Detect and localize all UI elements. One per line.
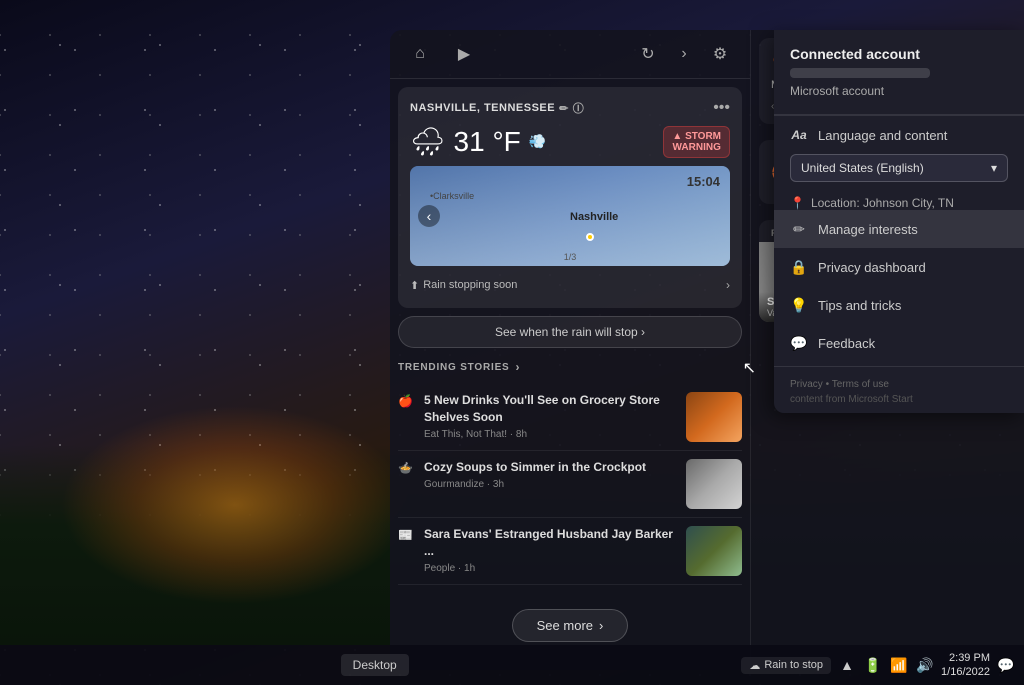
taskbar-datetime[interactable]: 2:39 PM 1/16/2022 [941, 651, 990, 680]
tray-chevron-up[interactable]: ▲ [837, 655, 857, 675]
notification-weather-icon: ☁ [749, 659, 760, 672]
map-city-clarksville: •Clarksville [430, 191, 474, 201]
home-icon[interactable]: ⌂ [406, 40, 434, 68]
weather-more-button[interactable]: ••• [713, 99, 730, 117]
rain-stop-cta[interactable]: See when the rain will stop › [398, 316, 742, 348]
taskbar: Desktop ☁ Rain to stop ▲ 🔋 📶 🔊 2:39 PM 1… [0, 645, 1024, 685]
taskbar-center: Desktop [341, 654, 409, 676]
story-item-1[interactable]: 🍎 5 New Drinks You'll See on Grocery Sto… [398, 384, 742, 451]
settings-footer-text: content from Microsoft Start [790, 394, 1008, 405]
settings-footer: Privacy • Terms of use content from Micr… [774, 366, 1024, 413]
story-2-title: Cozy Soups to Simmer in the Crockpot [424, 459, 676, 476]
rain-stopping-label: ⬆ Rain stopping soon [410, 279, 517, 292]
settings-icon[interactable]: ⚙ [706, 40, 734, 68]
weather-header: NASHVILLE, TENNESSEE ✏ ⓘ ••• [410, 99, 730, 117]
rain-stopping-row[interactable]: ⬆ Rain stopping soon › [410, 274, 730, 296]
rain-chevron: › [726, 278, 730, 292]
map-nav-left[interactable]: ‹ [418, 205, 440, 227]
map-location-dot [586, 233, 594, 241]
terms-link[interactable]: Terms of use [832, 379, 889, 390]
settings-item-feedback[interactable]: 💬 Feedback [774, 324, 1024, 362]
widget-nav-bar: ⌂ ▶ ↻ › ⚙ [390, 30, 750, 79]
weather-temp-row: 🌧 31 °F 💨 ▲ STORM WARNING [410, 125, 730, 158]
location-pin-icon: 📍 [790, 196, 805, 210]
taskbar-right: ☁ Rain to stop ▲ 🔋 📶 🔊 2:39 PM 1/16/2022… [741, 651, 1016, 680]
play-icon[interactable]: ▶ [450, 40, 478, 68]
settings-item-language[interactable]: Aa Language and content [774, 116, 1024, 154]
language-select[interactable]: United States (English) ▾ [790, 154, 1008, 182]
see-more-button[interactable]: See more › [512, 609, 629, 642]
tray-wifi-icon[interactable]: 📶 [889, 655, 909, 675]
map-city-nashville: Nashville [570, 211, 618, 223]
weather-card: NASHVILLE, TENNESSEE ✏ ⓘ ••• 🌧 31 °F 💨 ▲… [398, 87, 742, 308]
notification-label: Rain to stop [764, 659, 823, 671]
language-dropdown: United States (English) ▾ [790, 154, 1008, 182]
notification-item[interactable]: ☁ Rain to stop [741, 657, 831, 674]
tray-volume-icon[interactable]: 🔊 [915, 655, 935, 675]
trending-section: TRENDING STORIES › 🍎 5 New Drinks You'll… [398, 360, 742, 666]
settings-item-location[interactable]: 📍 Location: Johnson City, TN [774, 190, 1024, 210]
widget-nav-left: ⌂ ▶ [406, 40, 478, 68]
story-2-meta: Gourmandize · 3h [424, 479, 676, 490]
storm-warning-badge: ▲ STORM WARNING [663, 126, 730, 158]
cloud-icon: 🌧 [410, 125, 446, 158]
story-1-content: 5 New Drinks You'll See on Grocery Store… [424, 392, 676, 442]
story-2-source-icon: 🍲 [398, 461, 414, 477]
story-1-source-icon: 🍎 [398, 394, 414, 410]
settings-item-manage-interests[interactable]: ✏ Manage interests [774, 210, 1024, 248]
story-1-thumbnail [686, 392, 742, 442]
tray-battery-icon[interactable]: 🔋 [863, 655, 883, 675]
wind-icon: 💨 [529, 133, 546, 150]
weather-temperature: 🌧 31 °F 💨 [410, 125, 546, 158]
story-3-content: Sara Evans' Estranged Husband Jay Barker… [424, 526, 676, 576]
edit-location-icon[interactable]: ✏ [559, 102, 569, 115]
settings-footer-links: Privacy • Terms of use [790, 379, 1008, 390]
story-2-thumbnail [686, 459, 742, 509]
widget-nav-right: ↻ › ⚙ [634, 40, 734, 68]
story-item-3[interactable]: 📰 Sara Evans' Estranged Husband Jay Bark… [398, 518, 742, 585]
story-3-meta: People · 1h [424, 563, 676, 574]
connected-account-title: Connected account [790, 46, 1008, 62]
story-3-source-icon: 📰 [398, 528, 414, 544]
language-icon: Aa [790, 126, 808, 144]
weather-location: NASHVILLE, TENNESSEE ✏ ⓘ [410, 100, 584, 116]
tips-icon: 💡 [790, 296, 808, 314]
weather-map[interactable]: 15:04 •Clarksville Nashville ‹ 1/3 [410, 166, 730, 266]
trending-header: TRENDING STORIES › [398, 360, 742, 374]
interests-icon: ✏ [790, 220, 808, 238]
desktop-button[interactable]: Desktop [341, 654, 409, 676]
story-1-meta: Eat This, Not That! · 8h [424, 429, 676, 440]
notification-bell-icon[interactable]: 💬 [996, 655, 1016, 675]
map-time: 15:04 [687, 174, 720, 189]
map-pagination: 1/3 [564, 252, 577, 262]
horizon-glow [60, 405, 410, 605]
story-item-2[interactable]: 🍲 Cozy Soups to Simmer in the Crockpot G… [398, 451, 742, 518]
trending-chevron[interactable]: › [516, 360, 521, 374]
settings-account-section: Connected account Microsoft account [774, 30, 1024, 115]
story-3-title: Sara Evans' Estranged Husband Jay Barker… [424, 526, 676, 560]
info-icon[interactable]: ⓘ [573, 100, 585, 116]
widget-main-column: ⌂ ▶ ↻ › ⚙ NASHVILLE, TENNESSEE ✏ ⓘ ••• [390, 30, 750, 670]
forward-icon[interactable]: › [670, 40, 698, 68]
privacy-icon: 🔒 [790, 258, 808, 276]
privacy-link[interactable]: Privacy [790, 379, 823, 390]
refresh-icon[interactable]: ↻ [634, 40, 662, 68]
settings-item-privacy[interactable]: 🔒 Privacy dashboard [774, 248, 1024, 286]
settings-panel: Connected account Microsoft account Aa L… [774, 30, 1024, 413]
settings-item-tips[interactable]: 💡 Tips and tricks [774, 286, 1024, 324]
feedback-icon: 💬 [790, 334, 808, 352]
story-3-thumbnail [686, 526, 742, 576]
account-redacted-bar [790, 68, 930, 78]
story-1-title: 5 New Drinks You'll See on Grocery Store… [424, 392, 676, 426]
ms-account-label: Microsoft account [790, 84, 1008, 98]
story-2-content: Cozy Soups to Simmer in the Crockpot Gou… [424, 459, 676, 509]
